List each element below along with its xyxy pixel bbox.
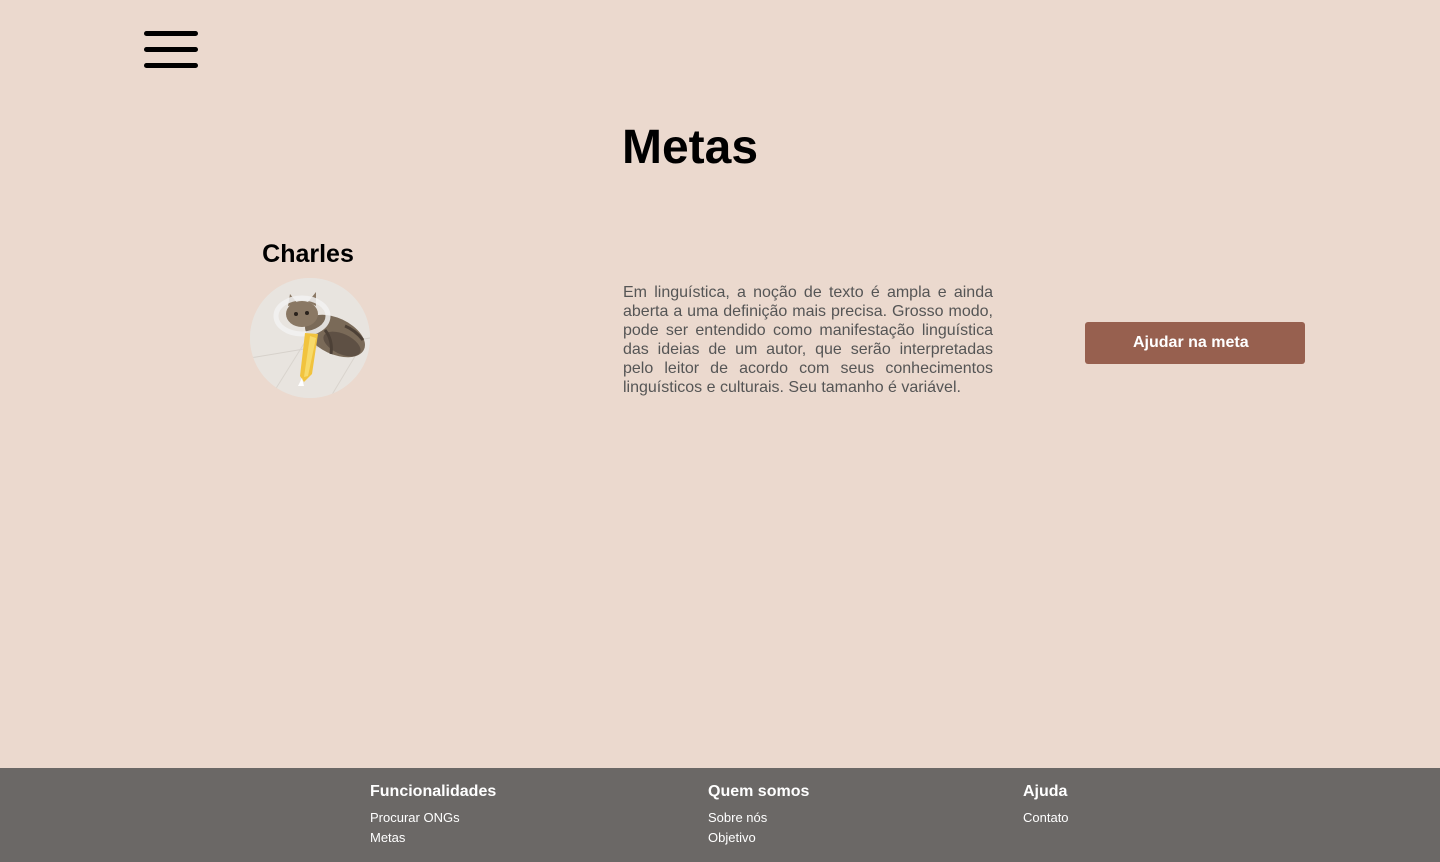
- footer: Funcionalidades Procurar ONGs Metas Quem…: [0, 768, 1440, 862]
- footer-link-about-us[interactable]: Sobre nós: [708, 808, 809, 828]
- goal-description: Em linguística, a noção de texto é ampla…: [623, 284, 993, 396]
- help-goal-button[interactable]: Ajudar na meta: [1085, 322, 1305, 364]
- footer-column-about: Quem somos Sobre nós Objetivo: [708, 782, 809, 848]
- goal-photo: [250, 278, 370, 398]
- goal-name: Charles: [262, 240, 354, 268]
- cat-photo-icon: [250, 278, 370, 398]
- menu-bar: [144, 31, 198, 36]
- footer-column-help: Ajuda Contato: [1023, 782, 1069, 828]
- hamburger-menu-icon[interactable]: [144, 30, 198, 70]
- footer-link-objective[interactable]: Objetivo: [708, 828, 809, 848]
- footer-heading: Ajuda: [1023, 783, 1068, 800]
- footer-link-goals[interactable]: Metas: [370, 828, 496, 848]
- footer-heading: Quem somos: [708, 783, 810, 800]
- page-title: Metas: [621, 121, 759, 174]
- menu-bar: [144, 63, 198, 68]
- footer-link-search-ngos[interactable]: Procurar ONGs: [370, 808, 496, 828]
- footer-link-contact[interactable]: Contato: [1023, 808, 1069, 828]
- footer-column-features: Funcionalidades Procurar ONGs Metas: [370, 782, 496, 848]
- footer-heading: Funcionalidades: [370, 783, 497, 800]
- menu-bar: [144, 47, 198, 52]
